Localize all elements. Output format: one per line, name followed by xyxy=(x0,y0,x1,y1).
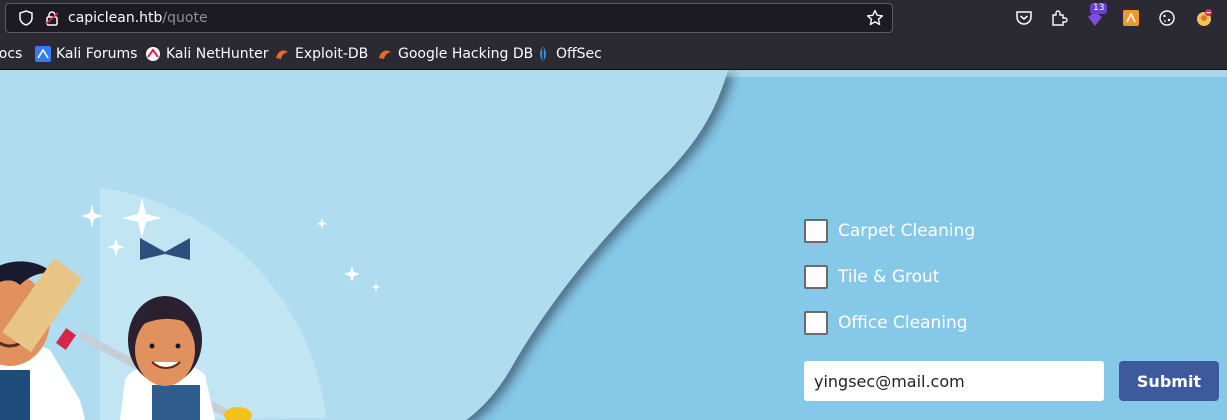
office-cleaning-label: Office Cleaning xyxy=(838,313,968,333)
submit-button[interactable]: Submit xyxy=(1119,361,1219,401)
office-cleaning-checkbox[interactable] xyxy=(804,311,828,335)
email-input[interactable] xyxy=(804,361,1104,401)
quote-page: Carpet Cleaning Tile & Grout Office Clea… xyxy=(0,70,1227,420)
pocket-icon[interactable] xyxy=(1015,9,1033,27)
cookie-icon[interactable] xyxy=(1158,9,1176,27)
service-option-carpet[interactable]: Carpet Cleaning xyxy=(804,218,975,244)
carpet-cleaning-label: Carpet Cleaning xyxy=(838,221,976,241)
service-option-tile[interactable]: Tile & Grout xyxy=(804,264,939,290)
extension-badge: 13 xyxy=(1090,3,1108,14)
address-bar[interactable]: capiclean.htb/quote xyxy=(5,3,893,33)
tile-grout-label: Tile & Grout xyxy=(838,267,940,287)
ghdb-icon xyxy=(379,50,391,59)
shield-icon[interactable] xyxy=(18,10,34,26)
bookmark-label: OffSec xyxy=(556,46,602,62)
nethunter-icon xyxy=(146,47,160,61)
bookmark-star-icon[interactable] xyxy=(866,9,884,27)
service-option-office[interactable]: Office Cleaning xyxy=(804,310,968,336)
lock-icon[interactable] xyxy=(44,10,60,26)
bookmarks-bar: Docs Kali Forums Kali NetHunter Exploit-… xyxy=(0,37,1227,70)
bookmark-kali-forums[interactable]: Kali Forums xyxy=(35,45,137,63)
browser-toolbar: capiclean.htb/quote 13 xyxy=(0,0,1227,37)
bookmark-label: Exploit-DB xyxy=(295,46,369,62)
bookmark-kali-nethunter[interactable]: Kali NetHunter xyxy=(145,45,268,63)
bookmark-label: Kali NetHunter xyxy=(166,46,269,62)
carpet-cleaning-checkbox[interactable] xyxy=(804,219,828,243)
bookmark-docs[interactable]: Docs xyxy=(0,45,22,63)
url-text[interactable]: capiclean.htb/quote xyxy=(68,10,208,26)
tile-grout-checkbox[interactable] xyxy=(804,265,828,289)
offsec-icon xyxy=(540,47,546,61)
bookmark-exploit-db[interactable]: Exploit-DB xyxy=(274,45,368,63)
url-host: capiclean.htb xyxy=(68,10,163,26)
extensions-puzzle-icon[interactable] xyxy=(1050,9,1068,27)
kali-dragon-icon xyxy=(35,46,51,62)
extension-orange-icon[interactable] xyxy=(1122,9,1140,27)
bookmark-google-hacking-db[interactable]: Google Hacking DB xyxy=(377,45,533,63)
bookmark-label: Google Hacking DB xyxy=(398,46,534,62)
bookmark-label: Kali Forums xyxy=(56,46,138,62)
bookmark-offsec[interactable]: OffSec xyxy=(535,45,602,63)
exploit-db-icon xyxy=(276,50,288,59)
url-path: /quote xyxy=(162,10,208,26)
profile-avatar-icon[interactable] xyxy=(1195,9,1213,27)
bookmark-label: Docs xyxy=(0,46,23,62)
